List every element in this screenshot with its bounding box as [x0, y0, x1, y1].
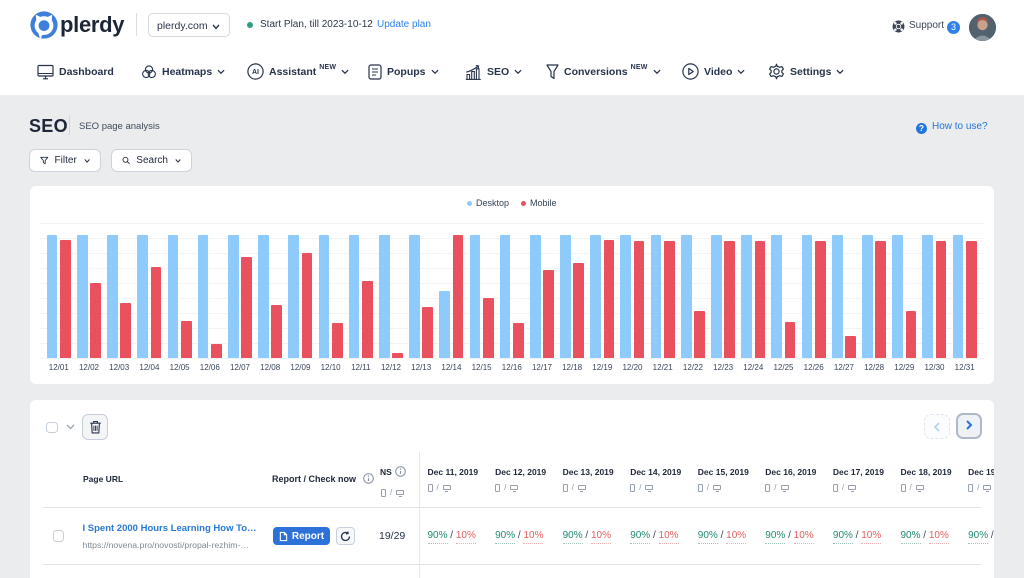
svg-text:AI: AI — [252, 69, 259, 76]
